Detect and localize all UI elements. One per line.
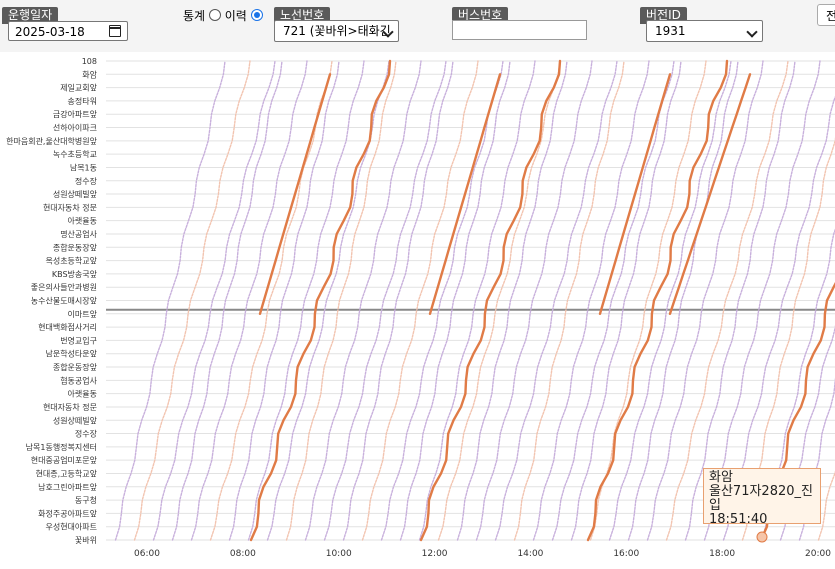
stop-label: 우성현대아파트 <box>45 522 97 532</box>
stop-label: 현대자동차 정문 <box>43 202 97 212</box>
stop-label: 이마트앞 <box>68 309 98 319</box>
x-tick-label: 20:00 <box>805 549 831 559</box>
stop-label: 현대중공업미포문앞 <box>31 455 98 465</box>
stop-label: 정수장 <box>75 176 98 186</box>
stop-label: 한마음회관,울산대학병원앞 <box>6 136 98 146</box>
stop-label: 남목1동행정복지센터 <box>26 442 97 452</box>
x-tick-label: 10:00 <box>326 549 352 559</box>
stop-label: 현대종,고등학교앞 <box>36 468 98 478</box>
stop-label: 녹수초등학교 <box>53 149 97 159</box>
stop-label: 아랫율동 <box>68 389 97 399</box>
x-tick-label: 14:00 <box>517 549 543 559</box>
stop-label: 화정주공아파트앞 <box>38 508 98 518</box>
stop-label: 성원상떼빌앞 <box>53 415 98 425</box>
stop-label: 동구청 <box>75 496 97 505</box>
stop-label: 현대자동차 정문 <box>43 402 97 412</box>
stop-label: 아랫율동 <box>68 216 97 226</box>
stop-label: 108 <box>82 57 97 66</box>
x-tick-label: 08:00 <box>230 549 256 559</box>
stop-label: 현대백화점사거리 <box>38 322 97 332</box>
tooltip-stop: 화암 <box>709 470 733 485</box>
stop-label: 남운학성타운앞 <box>45 349 97 359</box>
stop-label: KBS방송국앞 <box>52 269 98 279</box>
stop-label: 선하아이파크 <box>53 123 97 133</box>
stop-label: 남목1동 <box>70 163 97 172</box>
stop-label: 송정타워 <box>68 96 97 106</box>
stop-label: 번영교입구 <box>60 335 97 345</box>
stop-label: 정수장 <box>75 429 98 439</box>
stop-label: 제일교회앞 <box>60 83 97 93</box>
stop-label: 금강아파트앞 <box>53 109 98 119</box>
x-tick-label: 06:00 <box>134 549 160 559</box>
tooltip-time: 18:51:40 <box>709 512 768 527</box>
stop-label: 옥성초등학교앞 <box>45 256 97 266</box>
stop-label: 꽃바위 <box>75 535 97 545</box>
x-tick-label: 16:00 <box>613 549 639 559</box>
stop-label: 화암 <box>82 69 97 79</box>
x-tick-label: 18:00 <box>709 549 735 559</box>
stop-label: 좋은의사들안과병원 <box>31 282 97 292</box>
tooltip-bus: 울산71자2820_진입 <box>709 484 813 513</box>
stop-label: 남호그린아파트앞 <box>38 482 98 492</box>
stop-label: 종합운동장앞 <box>53 242 98 252</box>
stop-label: 명산공업사 <box>60 229 97 239</box>
stop-label: 협동공업사 <box>60 375 97 385</box>
tooltip-marker <box>756 531 768 543</box>
stop-label: 종합운동장앞 <box>53 362 98 372</box>
stop-label: 성원상떼빌앞 <box>53 189 98 199</box>
x-tick-label: 12:00 <box>422 549 448 559</box>
trip-tooltip: 화암 울산71자2820_진입 18:51:40 <box>703 468 821 527</box>
stop-label: 농수산물도매시장앞 <box>31 296 98 306</box>
